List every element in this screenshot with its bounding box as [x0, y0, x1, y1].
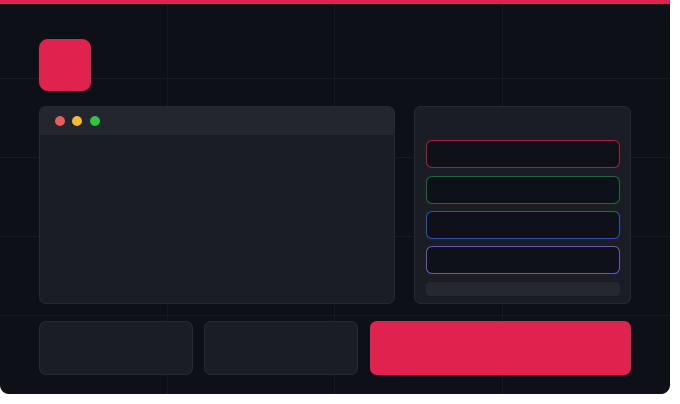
- option-slot-red[interactable]: [426, 140, 620, 168]
- app-frame: [0, 0, 670, 394]
- options-panel: [414, 106, 631, 304]
- option-slot-blue[interactable]: [426, 211, 620, 239]
- window-content-area[interactable]: [40, 135, 394, 303]
- option-slot-green[interactable]: [426, 176, 620, 204]
- panel-footer-bar: [426, 282, 620, 296]
- grid-line: [0, 78, 670, 79]
- option-slot-purple[interactable]: [426, 246, 620, 274]
- primary-action-button[interactable]: [370, 321, 631, 375]
- top-accent-bar: [0, 0, 670, 4]
- window-titlebar: [40, 107, 394, 135]
- window-maximize-icon[interactable]: [90, 116, 100, 126]
- app-logo-icon[interactable]: [39, 39, 91, 91]
- window-close-icon[interactable]: [55, 116, 65, 126]
- grid-line: [0, 315, 670, 316]
- secondary-card-2[interactable]: [204, 321, 358, 375]
- editor-window: [39, 106, 395, 304]
- secondary-card-1[interactable]: [39, 321, 193, 375]
- window-minimize-icon[interactable]: [72, 116, 82, 126]
